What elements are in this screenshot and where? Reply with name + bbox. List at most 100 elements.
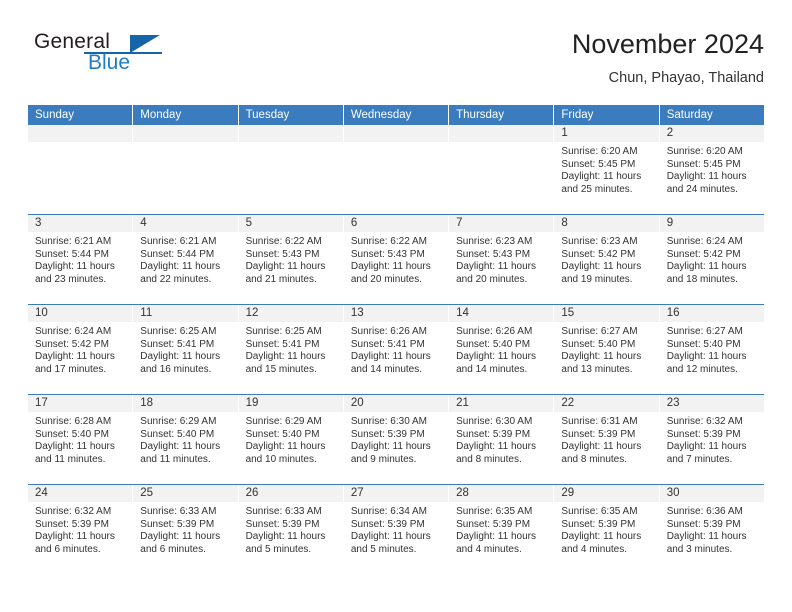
daylight-line1: Daylight: 11 hours: [456, 351, 536, 363]
daylight-line1: Daylight: 11 hours: [666, 261, 747, 273]
day-number: 10: [28, 305, 133, 322]
calendar-day-cell[interactable]: 13 Sunrise: 6:26 AM Sunset: 5:41 PM Dayl…: [342, 305, 449, 394]
sunset-text: Sunset: 5:40 PM: [35, 428, 109, 440]
calendar-day-cell[interactable]: 5 Sunrise: 6:22 AM Sunset: 5:43 PM Dayli…: [237, 215, 343, 304]
sunrise-text: Sunrise: 6:35 AM: [456, 506, 533, 517]
calendar-day-cell[interactable]: 22 Sunrise: 6:31 AM Sunset: 5:39 PM Dayl…: [553, 395, 659, 484]
day-number: 24: [28, 485, 133, 502]
sunset-text: Sunset: 5:40 PM: [245, 428, 320, 440]
weekday-header-row: Sunday Monday Tuesday Wednesday Thursday…: [28, 105, 764, 125]
day-details: Sunrise: 6:29 AM Sunset: 5:40 PM Dayligh…: [239, 412, 343, 466]
calendar-day-cell[interactable]: 19 Sunrise: 6:29 AM Sunset: 5:40 PM Dayl…: [237, 395, 343, 484]
calendar-day-cell[interactable]: [237, 125, 343, 214]
day-number: 26: [238, 485, 343, 502]
daylight-line1: Daylight: 11 hours: [350, 531, 431, 543]
day-details: Sunrise: 6:34 AM Sunset: 5:39 PM Dayligh…: [344, 502, 448, 556]
sunrise-text: Sunrise: 6:23 AM: [561, 236, 638, 247]
daylight-line1: Daylight: 11 hours: [350, 351, 431, 363]
sunrise-text: Sunrise: 6:21 AM: [140, 236, 217, 247]
calendar-day-cell[interactable]: 28 Sunrise: 6:35 AM Sunset: 5:39 PM Dayl…: [448, 485, 554, 574]
day-number: 9: [659, 215, 764, 232]
calendar-day-cell[interactable]: 10 Sunrise: 6:24 AM Sunset: 5:42 PM Dayl…: [28, 305, 133, 394]
daylight-line2: and 3 minutes.: [666, 543, 733, 555]
daylight-line2: and 19 minutes.: [561, 273, 633, 285]
daylight-line2: and 21 minutes.: [245, 273, 317, 285]
calendar-day-cell[interactable]: 9 Sunrise: 6:24 AM Sunset: 5:42 PM Dayli…: [658, 215, 764, 304]
calendar-day-cell[interactable]: 16 Sunrise: 6:27 AM Sunset: 5:40 PM Dayl…: [658, 305, 764, 394]
calendar-day-cell[interactable]: 18 Sunrise: 6:29 AM Sunset: 5:40 PM Dayl…: [132, 395, 238, 484]
daylight-line2: and 5 minutes.: [245, 543, 312, 555]
calendar-day-cell[interactable]: 12 Sunrise: 6:25 AM Sunset: 5:41 PM Dayl…: [237, 305, 343, 394]
sunrise-text: Sunrise: 6:25 AM: [245, 326, 322, 337]
calendar-day-cell[interactable]: [342, 125, 449, 214]
sunset-text: Sunset: 5:45 PM: [561, 158, 636, 170]
day-details: Sunrise: 6:25 AM Sunset: 5:41 PM Dayligh…: [133, 322, 237, 376]
weekday-header-tuesday: Tuesday: [237, 105, 343, 125]
daylight-line2: and 4 minutes.: [456, 543, 522, 555]
day-number: 17: [28, 395, 133, 412]
sunrise-text: Sunrise: 6:27 AM: [561, 326, 638, 337]
daylight-line2: and 17 minutes.: [35, 363, 107, 375]
daylight-line2: and 18 minutes.: [666, 273, 738, 285]
calendar-day-cell[interactable]: 24 Sunrise: 6:32 AM Sunset: 5:39 PM Dayl…: [28, 485, 133, 574]
sunrise-text: Sunrise: 6:20 AM: [666, 146, 743, 157]
day-details: Sunrise: 6:35 AM Sunset: 5:39 PM Dayligh…: [554, 502, 658, 556]
sunset-text: Sunset: 5:39 PM: [350, 518, 425, 530]
daylight-line1: Daylight: 11 hours: [456, 261, 536, 273]
day-number: [133, 125, 238, 142]
day-details: Sunrise: 6:26 AM Sunset: 5:40 PM Dayligh…: [449, 322, 553, 376]
calendar-day-cell[interactable]: 7 Sunrise: 6:23 AM Sunset: 5:43 PM Dayli…: [448, 215, 554, 304]
calendar-day-cell[interactable]: 23 Sunrise: 6:32 AM Sunset: 5:39 PM Dayl…: [658, 395, 764, 484]
calendar-day-cell[interactable]: 8 Sunrise: 6:23 AM Sunset: 5:42 PM Dayli…: [553, 215, 659, 304]
calendar-day-cell[interactable]: 17 Sunrise: 6:28 AM Sunset: 5:40 PM Dayl…: [28, 395, 133, 484]
daylight-line1: Daylight: 11 hours: [140, 441, 221, 453]
calendar-day-cell[interactable]: 4 Sunrise: 6:21 AM Sunset: 5:44 PM Dayli…: [132, 215, 238, 304]
calendar-week-row: 3 Sunrise: 6:21 AM Sunset: 5:44 PM Dayli…: [28, 214, 764, 304]
general-blue-logo[interactable]: General Blue: [28, 28, 248, 86]
daylight-line2: and 4 minutes.: [561, 543, 628, 555]
day-number: 4: [133, 215, 238, 232]
calendar-day-cell[interactable]: 20 Sunrise: 6:30 AM Sunset: 5:39 PM Dayl…: [342, 395, 449, 484]
day-number: 3: [28, 215, 133, 232]
sunset-text: Sunset: 5:39 PM: [140, 518, 215, 530]
calendar-day-cell[interactable]: 25 Sunrise: 6:33 AM Sunset: 5:39 PM Dayl…: [132, 485, 238, 574]
day-number: 8: [554, 215, 659, 232]
weekday-header-saturday: Saturday: [658, 105, 764, 125]
daylight-line2: and 20 minutes.: [456, 273, 528, 285]
calendar-day-cell[interactable]: 6 Sunrise: 6:22 AM Sunset: 5:43 PM Dayli…: [342, 215, 449, 304]
calendar-day-cell[interactable]: 27 Sunrise: 6:34 AM Sunset: 5:39 PM Dayl…: [342, 485, 449, 574]
day-number: 11: [133, 305, 238, 322]
calendar-day-cell[interactable]: [132, 125, 238, 214]
daylight-line1: Daylight: 11 hours: [140, 261, 221, 273]
calendar-day-cell[interactable]: [28, 125, 133, 214]
calendar-day-cell[interactable]: 21 Sunrise: 6:30 AM Sunset: 5:39 PM Dayl…: [448, 395, 554, 484]
day-details: Sunrise: 6:27 AM Sunset: 5:40 PM Dayligh…: [554, 322, 658, 376]
sunrise-text: Sunrise: 6:32 AM: [35, 506, 112, 517]
calendar-day-cell[interactable]: 1 Sunrise: 6:20 AM Sunset: 5:45 PM Dayli…: [553, 125, 659, 214]
calendar-day-cell[interactable]: 30 Sunrise: 6:36 AM Sunset: 5:39 PM Dayl…: [658, 485, 764, 574]
daylight-line2: and 9 minutes.: [350, 453, 417, 465]
calendar-day-cell[interactable]: 3 Sunrise: 6:21 AM Sunset: 5:44 PM Dayli…: [28, 215, 133, 304]
page-title: November 2024: [571, 29, 764, 59]
calendar-day-cell[interactable]: 26 Sunrise: 6:33 AM Sunset: 5:39 PM Dayl…: [237, 485, 343, 574]
calendar-day-cell[interactable]: [448, 125, 554, 214]
day-details: Sunrise: 6:21 AM Sunset: 5:44 PM Dayligh…: [133, 232, 237, 286]
calendar-week-row: 24 Sunrise: 6:32 AM Sunset: 5:39 PM Dayl…: [28, 484, 764, 574]
sunrise-text: Sunrise: 6:26 AM: [350, 326, 427, 337]
daylight-line2: and 20 minutes.: [350, 273, 423, 285]
calendar-day-cell[interactable]: 29 Sunrise: 6:35 AM Sunset: 5:39 PM Dayl…: [553, 485, 659, 574]
sunset-text: Sunset: 5:44 PM: [35, 248, 109, 260]
daylight-line1: Daylight: 11 hours: [666, 351, 747, 363]
calendar-day-cell[interactable]: 15 Sunrise: 6:27 AM Sunset: 5:40 PM Dayl…: [553, 305, 659, 394]
day-details: Sunrise: 6:36 AM Sunset: 5:39 PM Dayligh…: [660, 502, 764, 556]
day-number: 27: [343, 485, 449, 502]
daylight-line2: and 14 minutes.: [350, 363, 423, 375]
day-details: Sunrise: 6:24 AM Sunset: 5:42 PM Dayligh…: [28, 322, 132, 376]
calendar-day-cell[interactable]: 2 Sunrise: 6:20 AM Sunset: 5:45 PM Dayli…: [658, 125, 764, 214]
day-details: Sunrise: 6:28 AM Sunset: 5:40 PM Dayligh…: [28, 412, 132, 466]
daylight-line2: and 13 minutes.: [561, 363, 633, 375]
calendar-day-cell[interactable]: 11 Sunrise: 6:25 AM Sunset: 5:41 PM Dayl…: [132, 305, 238, 394]
calendar-day-cell[interactable]: 14 Sunrise: 6:26 AM Sunset: 5:40 PM Dayl…: [448, 305, 554, 394]
day-number: 23: [659, 395, 764, 412]
daylight-line2: and 8 minutes.: [561, 453, 628, 465]
